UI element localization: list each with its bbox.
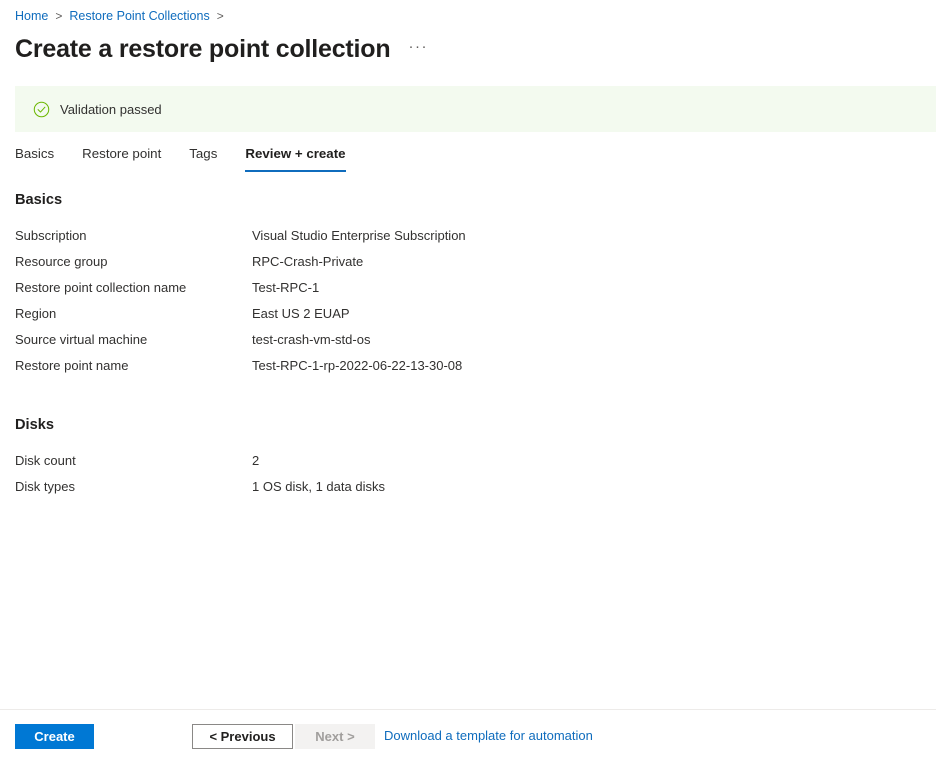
create-button[interactable]: Create xyxy=(15,723,94,749)
summary-value-disk-count: 2 xyxy=(252,453,260,468)
review-summary: Basics Subscription Visual Studio Enterp… xyxy=(15,190,921,504)
summary-row-region: Region East US 2 EUAP xyxy=(15,305,921,331)
summary-row-resource-group: Resource group RPC-Crash-Private xyxy=(15,253,921,279)
summary-value-resource-group: RPC-Crash-Private xyxy=(252,254,364,269)
summary-label-source-vm: Source virtual machine xyxy=(15,332,148,347)
summary-value-subscription: Visual Studio Enterprise Subscription xyxy=(252,228,466,243)
download-template-link[interactable]: Download a template for automation xyxy=(384,727,593,745)
summary-row-restore-point-name: Restore point name Test-RPC-1-rp-2022-06… xyxy=(15,357,921,383)
validation-banner: Validation passed xyxy=(15,86,936,132)
summary-row-source-vm: Source virtual machine test-crash-vm-std… xyxy=(15,331,921,357)
summary-value-source-vm: test-crash-vm-std-os xyxy=(252,332,371,347)
breadcrumb-separator-icon: > xyxy=(55,9,63,23)
summary-label-restore-point-name: Restore point name xyxy=(15,358,129,373)
summary-row-disk-count: Disk count 2 xyxy=(15,452,921,478)
summary-value-collection-name: Test-RPC-1 xyxy=(252,280,320,295)
summary-label-disk-count: Disk count xyxy=(15,453,76,468)
summary-label-region: Region xyxy=(15,306,57,321)
wizard-footer: Create < Previous Next > Download a temp… xyxy=(0,709,936,762)
next-button: Next > xyxy=(295,723,375,749)
previous-button[interactable]: < Previous xyxy=(192,723,293,749)
tab-review-create[interactable]: Review + create xyxy=(231,145,359,172)
more-options-icon[interactable]: ··· xyxy=(404,37,432,62)
validation-status-text: Validation passed xyxy=(60,101,162,117)
tab-restore-point[interactable]: Restore point xyxy=(68,145,175,172)
tab-tags[interactable]: Tags xyxy=(175,145,231,172)
page-title-row: Create a restore point collection ··· xyxy=(0,26,936,66)
summary-row-collection-name: Restore point collection name Test-RPC-1 xyxy=(15,279,921,305)
breadcrumb-item-restore-point-collections[interactable]: Restore Point Collections xyxy=(69,7,209,25)
summary-label-subscription: Subscription xyxy=(15,228,87,243)
summary-row-subscription: Subscription Visual Studio Enterprise Su… xyxy=(15,227,921,253)
tab-basics[interactable]: Basics xyxy=(15,145,68,172)
summary-value-region: East US 2 EUAP xyxy=(252,306,350,321)
breadcrumb-item-home[interactable]: Home xyxy=(15,7,48,25)
section-heading-basics: Basics xyxy=(15,192,63,208)
summary-label-resource-group: Resource group xyxy=(15,254,108,269)
summary-label-disk-types: Disk types xyxy=(15,479,75,494)
check-circle-icon xyxy=(33,101,50,117)
summary-label-collection-name: Restore point collection name xyxy=(15,280,187,295)
summary-value-disk-types: 1 OS disk, 1 data disks xyxy=(252,479,385,494)
summary-row-disk-types: Disk types 1 OS disk, 1 data disks xyxy=(15,478,921,504)
section-heading-disks: Disks xyxy=(15,417,54,433)
summary-value-restore-point-name: Test-RPC-1-rp-2022-06-22-13-30-08 xyxy=(252,358,463,373)
breadcrumb: Home > Restore Point Collections > xyxy=(0,0,936,26)
wizard-tabs: Basics Restore point Tags Review + creat… xyxy=(15,145,360,172)
breadcrumb-separator-icon-2: > xyxy=(216,9,224,23)
page-title: Create a restore point collection xyxy=(15,35,391,63)
